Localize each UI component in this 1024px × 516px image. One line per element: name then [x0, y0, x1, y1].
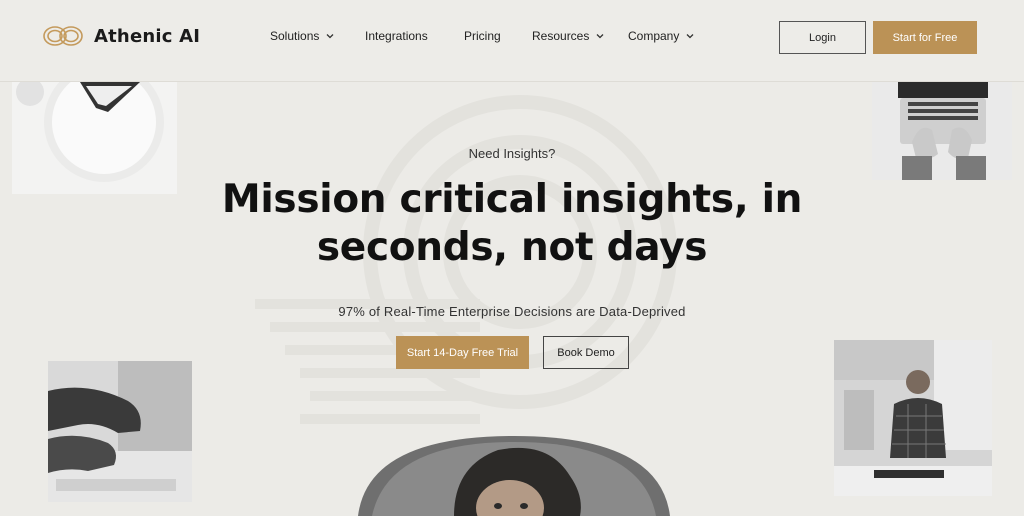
bottom-center-photo [358, 436, 670, 516]
start-for-free-button[interactable]: Start for Free [873, 21, 977, 54]
top-right-photo [872, 82, 1012, 180]
bottom-right-photo [834, 340, 992, 496]
man-in-office-image [834, 340, 992, 496]
top-navigation-bar: Athenic AI Solutions Integrations Pricin… [0, 0, 1024, 82]
nav-item-label: Company [628, 29, 680, 43]
hand-on-keyboard-image [48, 361, 192, 502]
hero-headline-line2: seconds, not days [316, 225, 708, 270]
nav-item-label: Pricing [464, 29, 501, 43]
start-free-trial-button[interactable]: Start 14-Day Free Trial [396, 336, 529, 369]
nav-item-company[interactable]: Company [628, 29, 695, 43]
nav-item-label: Resources [532, 29, 590, 43]
login-button[interactable]: Login [779, 21, 866, 54]
woman-portrait-image [358, 436, 670, 516]
chevron-down-icon [596, 34, 604, 39]
chevron-down-icon [326, 34, 334, 39]
main-menu: Solutions Integrations Pricing Resources… [270, 29, 695, 43]
nav-item-integrations[interactable]: Integrations [365, 29, 464, 43]
brand-name: Athenic AI [94, 25, 201, 47]
nav-item-resources[interactable]: Resources [532, 29, 628, 43]
hero-headline: Mission critical insights, in seconds, n… [0, 176, 1024, 272]
brand-logo[interactable]: Athenic AI [42, 24, 200, 48]
bottom-left-photo [48, 361, 192, 502]
nav-item-label: Solutions [270, 29, 320, 43]
hero-eyebrow: Need Insights? [468, 146, 556, 161]
nav-item-label: Integrations [365, 29, 428, 43]
hero-headline-line1: Mission critical insights, in [221, 177, 803, 222]
nav-item-pricing[interactable]: Pricing [464, 29, 532, 43]
chevron-down-icon [686, 34, 694, 39]
hero-subtitle: 97% of Real-Time Enterprise Decisions ar… [338, 304, 686, 319]
book-demo-button[interactable]: Book Demo [543, 336, 629, 369]
athenic-logo-icon [43, 26, 83, 46]
nav-item-solutions[interactable]: Solutions [270, 29, 365, 43]
laptop-typing-image [872, 82, 1012, 180]
